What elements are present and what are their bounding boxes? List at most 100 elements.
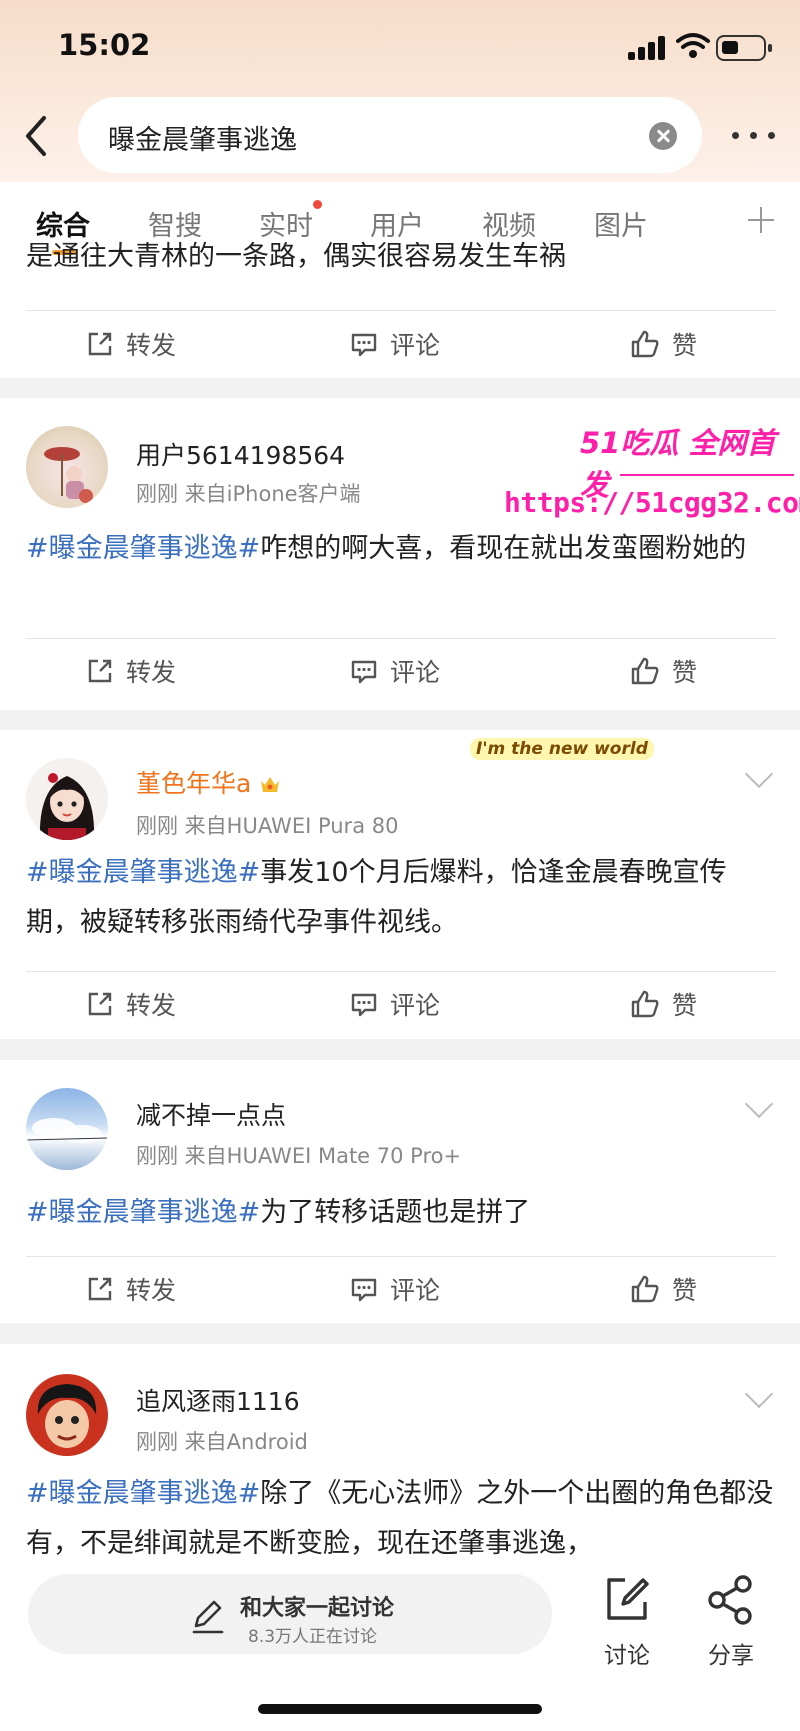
back-arrow-icon[interactable]: [20, 114, 54, 158]
post-text: #曝金晨肇事逃逸#除了《无心法师》之外一个出圈的角色都没有，不是绯闻就是不断变脸…: [26, 1469, 776, 1556]
new-dot-badge: [313, 200, 322, 209]
like-label: 赞: [672, 331, 698, 360]
comment-button[interactable]: 评论: [350, 324, 440, 364]
post-meta: 刚刚 来自HUAWEI Mate 70 Pro+: [136, 1144, 462, 1168]
comment-label: 评论: [390, 658, 441, 687]
discuss-title: 和大家一起讨论: [240, 1596, 395, 1621]
repost-button[interactable]: 转发: [86, 651, 176, 691]
post-meta: 刚刚 来自Android: [136, 1430, 308, 1454]
avatar-illustration: [26, 1118, 108, 1143]
comment-button[interactable]: 评论: [350, 1269, 440, 1309]
avatar[interactable]: [26, 426, 108, 508]
username[interactable]: 堇色年华a: [136, 764, 281, 800]
chevron-down-icon[interactable]: [744, 759, 774, 789]
comment-label: 评论: [390, 991, 441, 1020]
post-text-partial: 是通往大青林的一条路，偶实很容易发生车祸: [26, 241, 566, 272]
post-meta: 刚刚 来自iPhone客户端: [136, 482, 361, 506]
post-card: 追风逐雨1116 刚刚 来自Android #曝金晨肇事逃逸#除了《无心法师》之…: [0, 1344, 800, 1556]
like-button[interactable]: 赞: [630, 1269, 697, 1309]
repost-icon: [88, 659, 112, 683]
post-actions: 转发 评论 赞: [0, 984, 800, 1024]
repost-button[interactable]: 转发: [86, 984, 176, 1024]
clear-search-icon[interactable]: [649, 122, 677, 150]
header-background: 15:02 曝金晨肇事逃逸: [0, 0, 800, 182]
avatar-illustration: [37, 1384, 97, 1448]
more-options-icon[interactable]: [730, 124, 776, 148]
discuss-button[interactable]: 讨论: [597, 1574, 657, 1669]
username[interactable]: 用户5614198564: [136, 436, 345, 472]
avatar-illustration: [44, 447, 93, 503]
divider: [26, 971, 776, 972]
username[interactable]: 减不掉一点点: [136, 1096, 286, 1132]
like-label: 赞: [672, 1276, 698, 1305]
post-text: #曝金晨肇事逃逸#事发10个月后爆料，恰逢金晨春晚宣传期，被疑转移张雨绮代孕事件…: [26, 848, 776, 948]
comment-icon: [351, 1278, 377, 1302]
watermark-url: https://51cgg32.com: [504, 486, 800, 519]
hashtag-link[interactable]: #曝金晨肇事逃逸#: [26, 1478, 260, 1509]
cellular-signal-icon: [628, 36, 668, 60]
divider: [26, 638, 776, 639]
hashtag-link[interactable]: #曝金晨肇事逃逸#: [26, 1197, 260, 1228]
comment-label: 评论: [390, 1276, 441, 1305]
avatar[interactable]: [26, 758, 108, 840]
like-button[interactable]: 赞: [630, 324, 697, 364]
comment-button[interactable]: 评论: [350, 651, 440, 691]
post-card: 堇色年华a 刚刚 来自HUAWEI Pura 80 #曝金晨肇事逃逸#事发10个…: [0, 730, 800, 1039]
post-actions: 转发 评论 赞: [0, 1269, 800, 1309]
chevron-down-icon[interactable]: [744, 1089, 774, 1119]
discuss-input[interactable]: 和大家一起讨论 8.3万人正在讨论: [28, 1574, 552, 1654]
repost-label: 转发: [126, 658, 177, 687]
repost-button[interactable]: 转发: [86, 324, 176, 364]
like-button[interactable]: 赞: [630, 984, 697, 1024]
avatar[interactable]: [26, 1374, 108, 1456]
share-label: 分享: [708, 1643, 754, 1669]
search-query: 曝金晨肇事逃逸: [108, 125, 297, 156]
avatar[interactable]: [26, 1088, 108, 1170]
post-actions: 转发 评论 赞: [0, 651, 800, 691]
status-time: 15:02: [58, 28, 151, 62]
comment-icon: [351, 993, 377, 1017]
battery-icon: [716, 35, 772, 61]
share-icon: [708, 1575, 752, 1625]
chevron-down-icon[interactable]: [744, 1379, 774, 1409]
hashtag-link[interactable]: #曝金晨肇事逃逸#: [26, 857, 260, 888]
watermark: 51吃瓜 全网首发 https://51cgg32.com: [500, 420, 800, 540]
status-bar: 15:02: [0, 0, 800, 95]
repost-icon: [88, 332, 112, 356]
post-meta: 刚刚 来自HUAWEI Pura 80: [136, 814, 399, 838]
comment-icon: [351, 333, 377, 357]
hashtag-link[interactable]: #曝金晨肇事逃逸#: [26, 533, 260, 564]
divider: [26, 1256, 776, 1257]
username[interactable]: 追风逐雨1116: [136, 1382, 300, 1418]
post-body: 为了转移话题也是拼了: [260, 1197, 531, 1228]
share-button[interactable]: 分享: [701, 1574, 761, 1669]
post-card-partial: 是通往大青林的一条路，偶实很容易发生车祸 转发 评论 赞: [0, 241, 800, 378]
repost-icon: [88, 1277, 112, 1301]
post-text: #曝金晨肇事逃逸#为了转移话题也是拼了: [26, 1188, 776, 1238]
thumbs-up-icon: [631, 990, 659, 1018]
repost-label: 转发: [126, 331, 177, 360]
post-card: 减不掉一点点 刚刚 来自HUAWEI Mate 70 Pro+ #曝金晨肇事逃逸…: [0, 1060, 800, 1323]
repost-icon: [88, 992, 112, 1016]
comment-button[interactable]: 评论: [350, 984, 440, 1024]
repost-button[interactable]: 转发: [86, 1269, 176, 1309]
repost-label: 转发: [126, 991, 177, 1020]
comment-icon: [351, 660, 377, 684]
repost-label: 转发: [126, 1276, 177, 1305]
thumbs-up-icon: [631, 330, 659, 358]
pen-icon: [192, 1600, 224, 1634]
watermark-underline: [620, 474, 794, 476]
home-indicator: [258, 1704, 542, 1714]
divider: [26, 310, 776, 311]
like-label: 赞: [672, 991, 698, 1020]
like-button[interactable]: 赞: [630, 651, 697, 691]
avatar-illustration: [39, 773, 95, 840]
search-input[interactable]: 曝金晨肇事逃逸: [78, 97, 702, 173]
post-actions: 转发 评论 赞: [0, 324, 800, 364]
thumbs-up-icon: [631, 1275, 659, 1303]
crown-badge-icon: [261, 777, 280, 792]
username-text: 堇色年华a: [136, 769, 252, 798]
like-label: 赞: [672, 658, 698, 687]
add-tab-icon[interactable]: [748, 207, 774, 233]
wifi-icon: [676, 33, 710, 58]
